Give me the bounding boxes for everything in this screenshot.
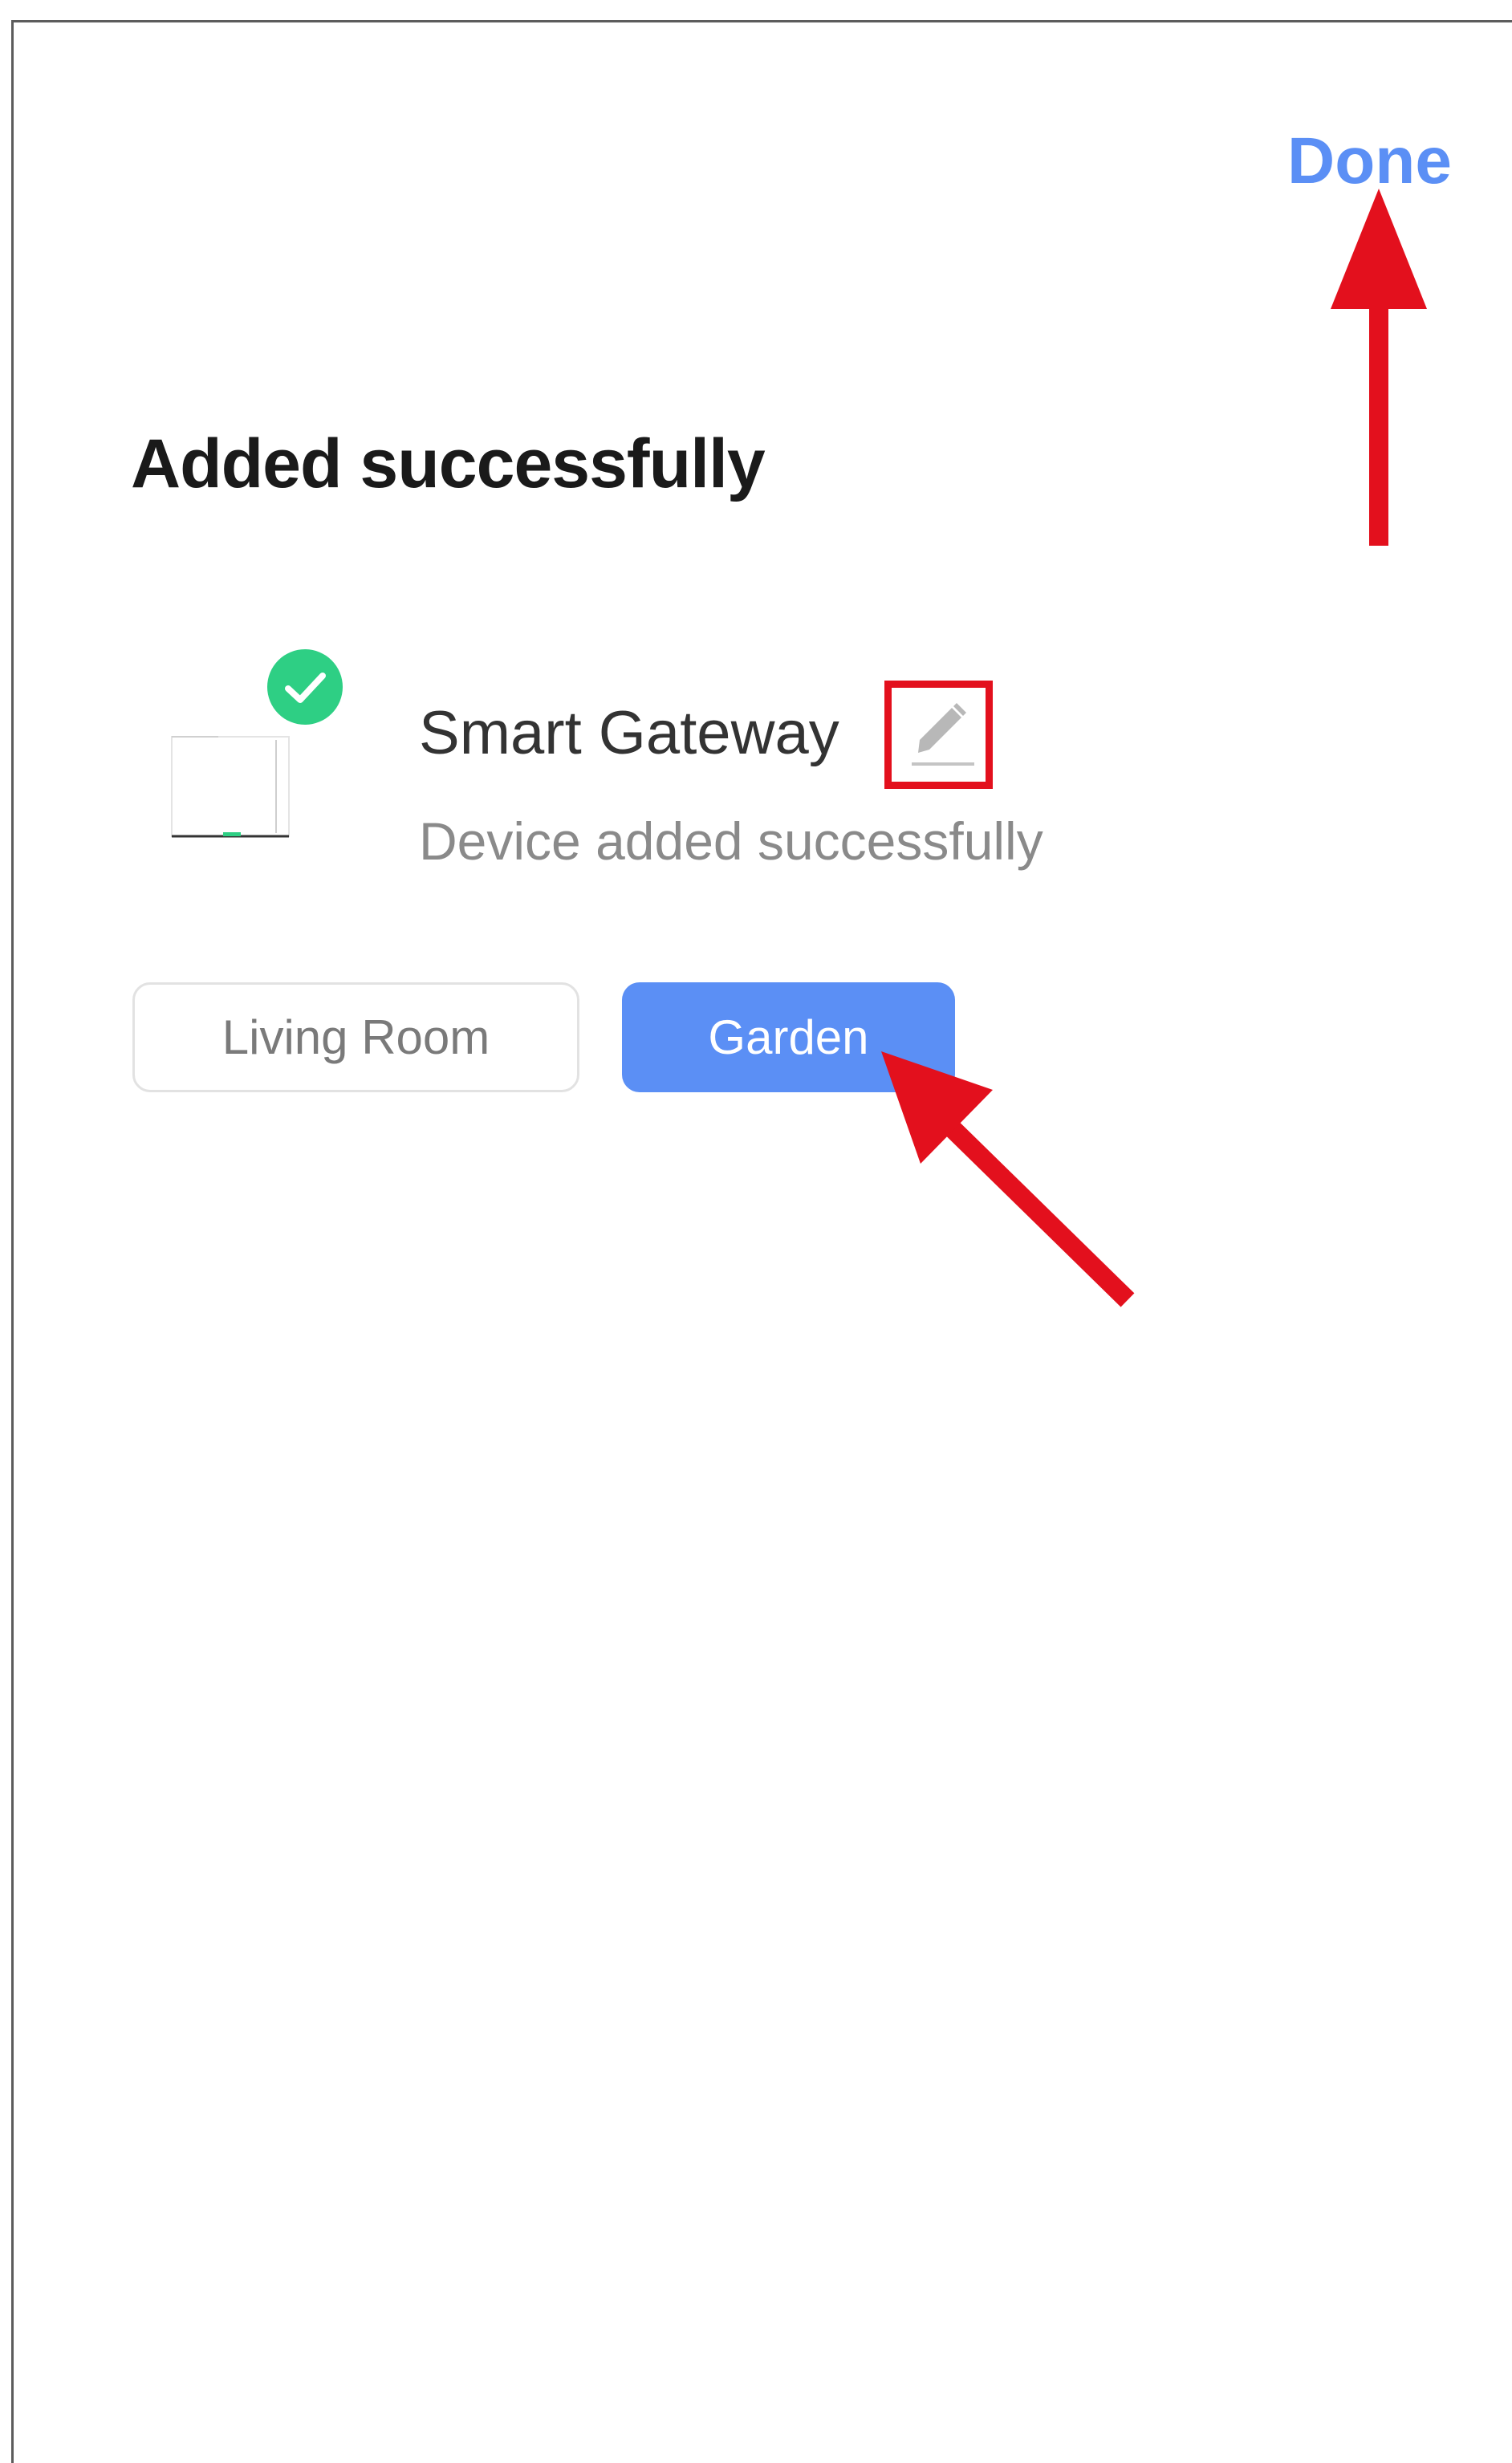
success-badge: [266, 648, 343, 725]
page-title: Added successfully: [131, 425, 766, 502]
edit-highlight-box: [884, 681, 993, 789]
room-chip-living-room[interactable]: Living Room: [132, 982, 579, 1092]
room-chip-garden[interactable]: Garden: [622, 982, 955, 1092]
device-status: Device added successfully: [419, 811, 1043, 871]
device-name: Smart Gateway: [419, 699, 839, 767]
check-icon: [267, 649, 343, 725]
app-screen: Done Added successfully Smart Gateway De…: [11, 20, 1512, 2463]
gateway-device-icon: [170, 713, 292, 839]
done-button[interactable]: Done: [1287, 117, 1452, 205]
